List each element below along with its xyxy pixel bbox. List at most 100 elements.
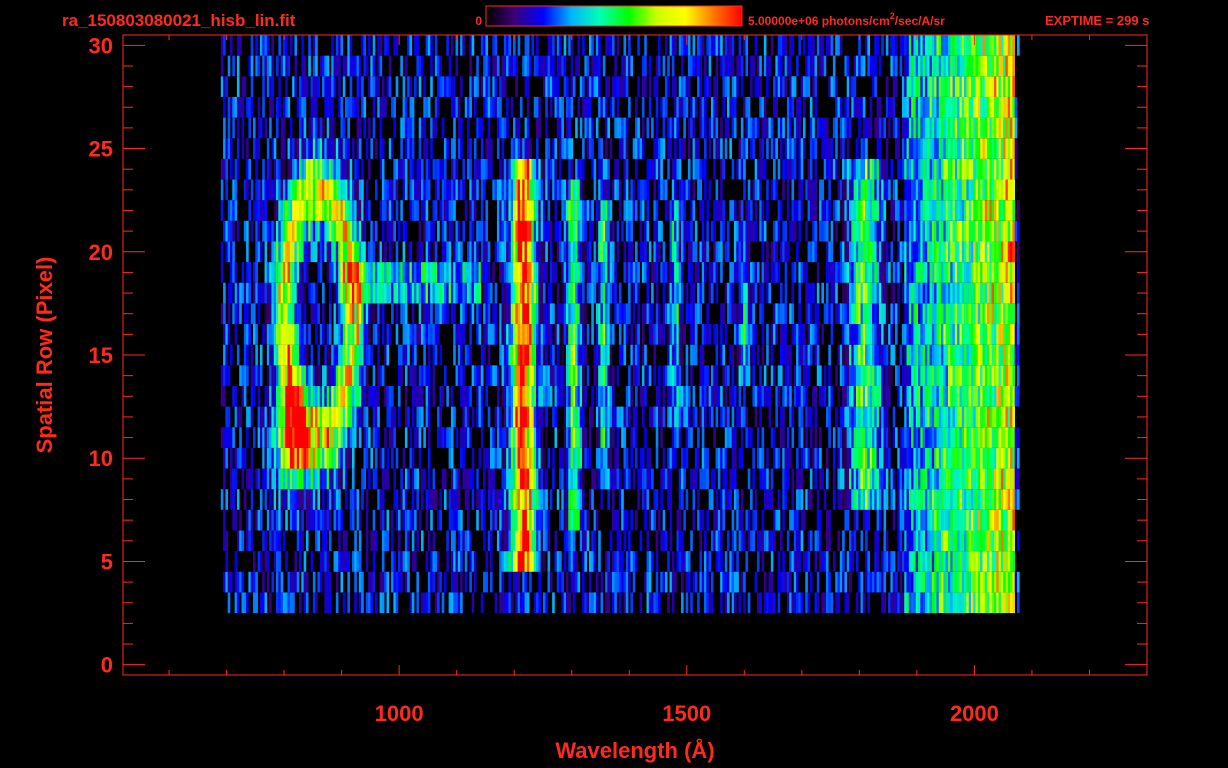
heatmap-cell — [533, 592, 537, 614]
heatmap-cell — [927, 530, 930, 552]
heatmap-cell — [349, 509, 353, 531]
heatmap-cell — [547, 365, 551, 386]
heatmap-cell — [363, 200, 367, 221]
heatmap-cell — [372, 385, 376, 407]
heatmap-cell — [842, 489, 845, 510]
heatmap-cell — [777, 200, 781, 221]
heatmap-cell — [825, 551, 829, 572]
heatmap-cell — [878, 262, 882, 283]
heatmap-cell — [577, 282, 581, 304]
heatmap-cell — [294, 200, 298, 221]
heatmap-cell — [623, 303, 627, 325]
heatmap-cell — [591, 551, 594, 572]
heatmap-cell — [789, 385, 792, 407]
heatmap-cell — [377, 365, 380, 386]
heatmap-cell — [704, 241, 707, 263]
heatmap-cell — [478, 262, 482, 283]
heatmap-cell — [938, 530, 942, 552]
heatmap-cell — [957, 571, 960, 593]
heatmap-cell — [800, 406, 804, 428]
heatmap-cell — [922, 324, 926, 345]
heatmap-cell — [303, 365, 307, 386]
heatmap-cell — [802, 447, 806, 469]
heatmap-cell — [374, 447, 378, 469]
heatmap-cell — [738, 303, 742, 325]
heatmap-cell — [326, 509, 330, 531]
heatmap-cell — [989, 220, 992, 242]
heatmap-cell — [660, 324, 663, 345]
heatmap-cell — [531, 220, 535, 242]
heatmap-cell — [922, 241, 926, 263]
heatmap-cell — [710, 592, 714, 614]
heatmap-cell — [480, 509, 484, 531]
heatmap-cell — [588, 220, 592, 242]
heatmap-cell — [839, 200, 843, 221]
heatmap-cell — [655, 200, 659, 221]
heatmap-cell — [814, 468, 818, 490]
heatmap-cell — [713, 509, 716, 531]
heatmap-cell — [851, 282, 854, 304]
heatmap-cell — [416, 530, 419, 552]
heatmap-cell — [299, 262, 302, 283]
heatmap-cell — [542, 592, 546, 614]
heatmap-cell — [952, 241, 956, 263]
heatmap-cell — [936, 592, 940, 614]
heatmap-cell — [595, 303, 599, 325]
heatmap-cell — [326, 468, 330, 490]
heatmap-cell — [989, 530, 992, 552]
heatmap-cell — [835, 406, 838, 428]
heatmap-cell — [756, 447, 760, 469]
heatmap-cell — [736, 262, 739, 283]
heatmap-cell — [444, 282, 447, 304]
heatmap-cell — [954, 303, 958, 325]
heatmap-cell — [720, 509, 723, 531]
heatmap-cell — [354, 220, 357, 242]
heatmap-cell — [796, 489, 799, 510]
heatmap-cell — [269, 385, 272, 407]
heatmap-cell — [1005, 406, 1009, 428]
heatmap-cell — [733, 262, 737, 283]
heatmap-cell — [784, 365, 788, 386]
heatmap-cell — [964, 551, 967, 572]
heatmap-cell — [508, 303, 512, 325]
heatmap-cell — [386, 200, 390, 221]
heatmap-cell — [929, 509, 933, 531]
heatmap-cell — [225, 489, 228, 510]
heatmap-cell — [796, 324, 799, 345]
heatmap-cell — [678, 489, 682, 510]
heatmap-cell — [266, 406, 270, 428]
heatmap-cell — [508, 551, 512, 572]
heatmap-cell — [906, 551, 910, 572]
heatmap-cell — [1016, 468, 1020, 490]
heatmap-cell — [356, 344, 360, 366]
heatmap-cell — [973, 427, 976, 448]
heatmap-cell — [338, 385, 341, 407]
heatmap-cell — [519, 344, 523, 366]
heatmap-cell — [266, 344, 270, 366]
heatmap-cell — [409, 324, 413, 345]
heatmap-cell — [782, 406, 785, 428]
heatmap-cell — [531, 489, 535, 510]
heatmap-cell — [324, 447, 327, 469]
heatmap-cell — [722, 365, 726, 386]
heatmap-cell — [547, 303, 551, 325]
heatmap-cell — [846, 385, 850, 407]
heatmap-cell — [715, 530, 719, 552]
heatmap-cell — [920, 489, 923, 510]
heatmap-cell — [230, 282, 233, 304]
heatmap-cell — [950, 509, 953, 531]
heatmap-cell — [354, 324, 357, 345]
heatmap-cell — [720, 262, 723, 283]
heatmap-cell — [271, 530, 275, 552]
heatmap-cell — [487, 344, 491, 366]
heatmap-cell — [395, 200, 399, 221]
heatmap-cell — [934, 241, 937, 263]
heatmap-cell — [888, 447, 891, 469]
heatmap-cell — [278, 571, 281, 593]
heatmap-cell — [1003, 282, 1006, 304]
heatmap-cell — [865, 200, 868, 221]
heatmap-cell — [582, 344, 585, 366]
heatmap-cell — [704, 385, 707, 407]
heatmap-cell — [575, 324, 578, 345]
heatmap-cell — [828, 571, 831, 593]
